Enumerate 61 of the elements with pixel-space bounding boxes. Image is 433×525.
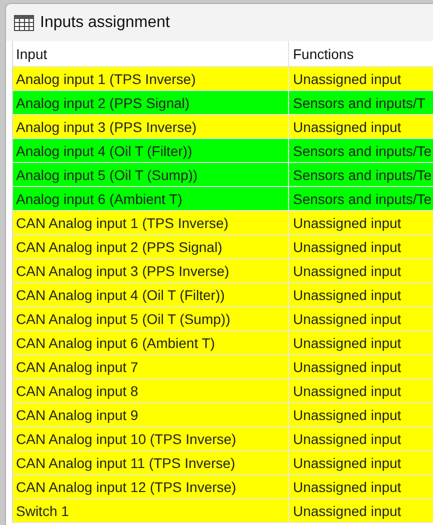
table-cell-text: Unassigned input bbox=[292, 454, 402, 473]
table-row[interactable]: Analog input 6 (Ambient T) Sensors and inputs/Te bbox=[13, 187, 433, 211]
table-cell: CAN Analog input 8 bbox=[13, 379, 289, 402]
table-cell: Switch 1 bbox=[13, 499, 289, 522]
table-cell: Analog input 3 (PPS Inverse) bbox=[13, 115, 289, 138]
table-cell: Analog input 1 (TPS Inverse) bbox=[13, 67, 289, 90]
table-cell: CAN Analog input 5 (Oil T (Sump)) bbox=[13, 307, 289, 330]
table-cell: CAN Analog input 1 (TPS Inverse) bbox=[13, 211, 289, 234]
table-cell: Analog input 5 (Oil T (Sump)) bbox=[13, 163, 289, 186]
table-cell: CAN Analog input 10 (TPS Inverse) bbox=[13, 427, 289, 450]
table-cell-text: Unassigned input bbox=[292, 502, 402, 521]
table-cell-text: Sensors and inputs/Te bbox=[292, 190, 433, 209]
table-row[interactable]: CAN Analog input 3 (PPS Inverse) Unassigned input bbox=[13, 259, 433, 283]
table-cell: Analog input 2 (PPS Signal) bbox=[13, 91, 289, 114]
table-cell: CAN Analog input 6 (Ambient T) bbox=[13, 331, 289, 354]
table-cell: CAN Analog input 3 (PPS Inverse) bbox=[13, 259, 289, 282]
window-title: Inputs assignment bbox=[40, 14, 170, 32]
table-row[interactable]: Analog input 2 (PPS Signal) Sensors and inputs/T bbox=[13, 91, 433, 115]
table-cell: CAN Analog input 7 bbox=[13, 355, 289, 378]
table-cell-text: Unassigned input bbox=[292, 334, 402, 353]
table-cell: CAN Analog input 4 (Oil T (Filter)) bbox=[13, 283, 289, 306]
table-row[interactable]: Analog input 1 (TPS Inverse) Unassigned input bbox=[13, 67, 433, 91]
table-cell: CAN Analog input 2 (PPS Signal) bbox=[13, 235, 289, 258]
table-row[interactable]: Analog input 4 (Oil T (Filter)) Sensors and inputs/Te bbox=[13, 139, 433, 163]
table-row[interactable]: CAN Analog input 5 (Oil T (Sump)) Unassigned input bbox=[13, 307, 433, 331]
table-row[interactable]: Analog input 5 (Oil T (Sump)) Sensors and inputs/Te bbox=[13, 163, 433, 187]
table-cell-text: Unassigned input bbox=[292, 310, 402, 329]
table-row[interactable]: CAN Analog input 8 Unassigned input bbox=[13, 379, 433, 403]
table-row[interactable]: CAN Analog input 11 (TPS Inverse) Unassigned input bbox=[13, 451, 433, 475]
table-cell: Analog input 4 (Oil T (Filter)) bbox=[13, 139, 289, 162]
table-row[interactable]: CAN Analog input 10 (TPS Inverse) Unassigned input bbox=[13, 427, 433, 451]
column-header[interactable]: Functions bbox=[289, 41, 433, 66]
table-cell-text: Unassigned input bbox=[292, 478, 402, 497]
table-cell: Analog input 6 (Ambient T) bbox=[13, 187, 289, 210]
table-row[interactable]: CAN Analog input 9 Unassigned input bbox=[13, 403, 433, 427]
table-cell-text: Sensors and inputs/T bbox=[292, 94, 426, 113]
table-cell-text: Unassigned input bbox=[292, 214, 402, 233]
table-cell: CAN Analog input 11 (TPS Inverse) bbox=[13, 451, 289, 474]
table-cell-text: Unassigned input bbox=[292, 70, 402, 89]
table-row[interactable]: CAN Analog input 4 (Oil T (Filter)) Unassigned input bbox=[13, 283, 433, 307]
table-cell-text: Unassigned input bbox=[292, 430, 402, 449]
table-row[interactable]: Switch 1 Unassigned input bbox=[13, 499, 433, 523]
table-cell-text: Sensors and inputs/Te bbox=[292, 166, 433, 185]
column-header[interactable]: Input bbox=[13, 41, 289, 66]
table-icon bbox=[14, 14, 34, 30]
table-cell-text: Unassigned input bbox=[292, 262, 402, 281]
table-cell-text: Unassigned input bbox=[292, 358, 402, 377]
table-cell-text: Unassigned input bbox=[292, 118, 402, 137]
table-row[interactable]: CAN Analog input 12 (TPS Inverse) Unassigned input bbox=[13, 475, 433, 499]
table-cell-text: Sensors and inputs/Te bbox=[292, 142, 433, 161]
table-cell-text: Unassigned input bbox=[292, 286, 402, 305]
table-row[interactable]: CAN Analog input 2 (PPS Signal) Unassigned input bbox=[13, 235, 433, 259]
table-cell-text: Unassigned input bbox=[292, 382, 402, 401]
table-cell-text: Unassigned input bbox=[292, 406, 402, 425]
table-cell-text: Unassigned input bbox=[292, 238, 402, 257]
table-row[interactable]: Analog input 3 (PPS Inverse) Unassigned input bbox=[13, 115, 433, 139]
table-row[interactable]: CAN Analog input 7 Unassigned input bbox=[13, 355, 433, 379]
table-row[interactable]: CAN Analog input 6 (Ambient T) Unassigned input bbox=[13, 331, 433, 355]
table-row[interactable]: CAN Analog input 1 (TPS Inverse) Unassigned input bbox=[13, 211, 433, 235]
table-cell: CAN Analog input 9 bbox=[13, 403, 289, 426]
table-cell: CAN Analog input 12 (TPS Inverse) bbox=[13, 475, 289, 498]
